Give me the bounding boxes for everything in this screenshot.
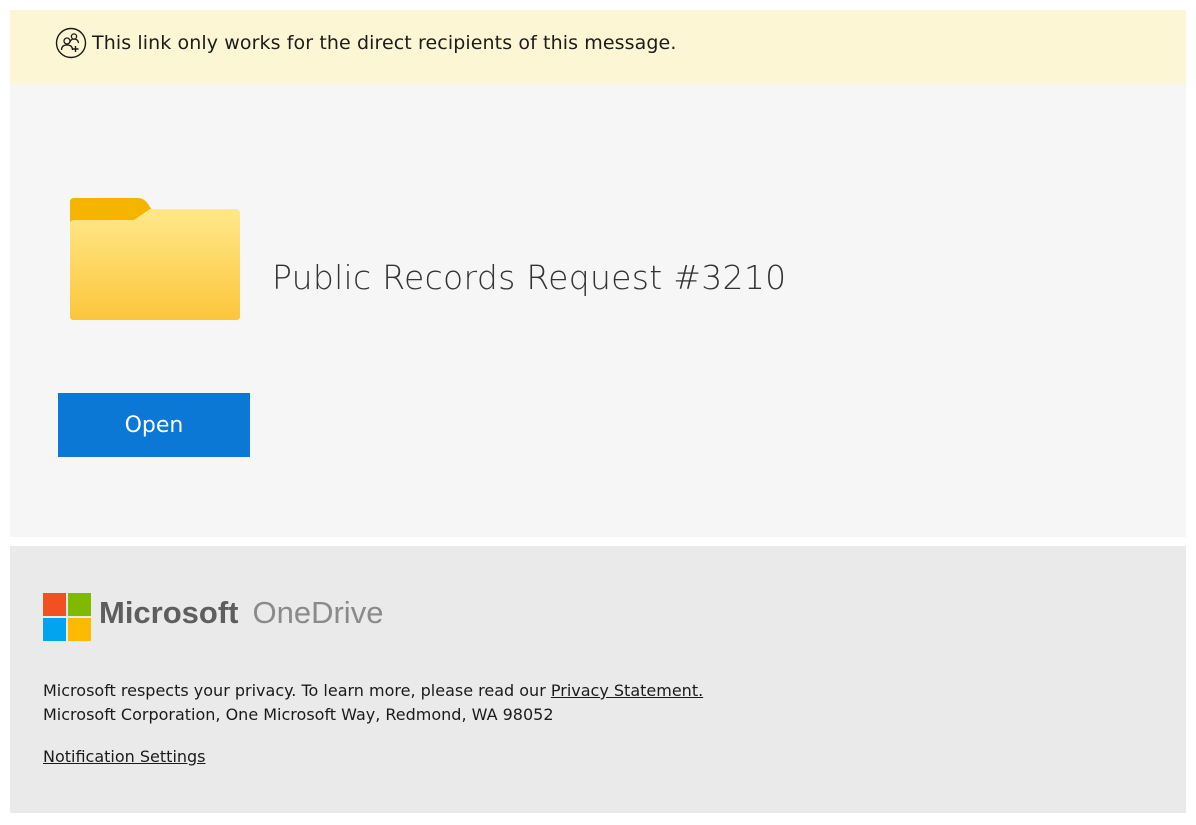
microsoft-logo	[43, 593, 91, 641]
footer	[10, 546, 1186, 813]
brand-product: OneDrive	[252, 595, 384, 630]
brand-wordmark: Microsoft OneDrive	[99, 595, 383, 631]
privacy-text: Microsoft respects your privacy. To lear…	[43, 681, 546, 700]
item-title[interactable]: Public Records Request #3210	[272, 258, 786, 297]
folder-icon[interactable]	[70, 198, 240, 320]
email-body: This link only works for the direct reci…	[0, 0, 1196, 825]
company-address: Microsoft Corporation, One Microsoft Way…	[43, 705, 554, 724]
privacy-notice: Microsoft respects your privacy. To lear…	[43, 681, 703, 700]
banner-text: This link only works for the direct reci…	[92, 32, 677, 54]
privacy-statement-link[interactable]: Privacy Statement.	[551, 681, 703, 700]
open-button[interactable]: Open	[58, 393, 250, 457]
notification-settings-link[interactable]: Notification Settings	[43, 747, 206, 766]
brand-microsoft: Microsoft	[99, 595, 239, 630]
people-add-icon	[55, 27, 87, 59]
